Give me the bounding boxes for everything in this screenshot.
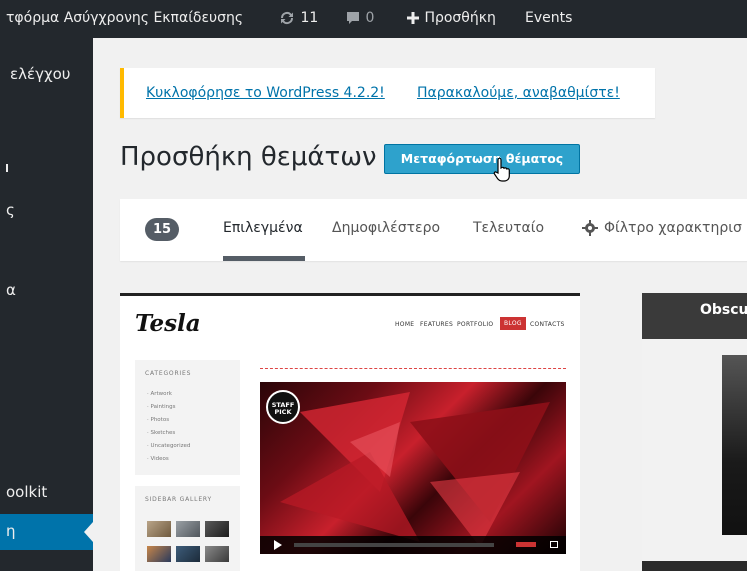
tab-popular[interactable]: Δημοφιλέστερο (332, 220, 440, 236)
video-controls (260, 536, 566, 554)
admin-bar: τφόρμα Ασύγχρονης Εκπαίδευσης 11 0 Προσθ… (0, 0, 747, 38)
feature-filter-link[interactable]: Φίλτρο χαρακτηρισ (604, 220, 742, 236)
menu-fragment-mark (6, 164, 10, 172)
preview-gallery-thumb (176, 546, 200, 562)
updates-link[interactable]: 11 (278, 10, 318, 26)
preview-divider (260, 368, 566, 369)
preview-category: · Uncategorized (147, 443, 191, 449)
update-now-link[interactable]: Παρακαλούμε, αναβαθμίστε! (417, 85, 620, 101)
play-icon (274, 540, 282, 550)
preview-category-label: Artwork (150, 391, 173, 397)
obscura-image (722, 355, 747, 535)
update-notice: Κυκλοφόρησε το WordPress 4.2.2! Παρακαλο… (120, 68, 655, 118)
active-tab-underline (223, 256, 305, 261)
menu-item-toolkit[interactable]: oolkit (6, 483, 47, 501)
preview-nav-features: FEATURES (420, 321, 454, 328)
preview-nav-contacts: CONTACTS (530, 321, 565, 328)
preview-category-label: Sketches (150, 430, 176, 436)
preview-nav-portfolio: PORTFOLIO (457, 321, 494, 328)
video-progress-track (294, 543, 494, 547)
new-content-link[interactable]: Προσθήκη (406, 10, 496, 26)
preview-category: · Photos (147, 417, 170, 423)
comments-count: 0 (365, 10, 375, 26)
events-link[interactable]: Events (525, 10, 572, 26)
upload-theme-button[interactable]: Μεταφόρτωση θέματος (384, 144, 580, 174)
theme-card-obscura[interactable]: Obscu (642, 293, 747, 571)
preview-nav-home: HOME (395, 321, 415, 328)
preview-gallery-box: SIDEBAR GALLERY (135, 486, 240, 571)
comment-icon (347, 12, 359, 24)
preview-category-label: Uncategorized (150, 443, 191, 449)
site-name-link[interactable]: τφόρμα Ασύγχρονης Εκπαίδευσης (6, 10, 243, 26)
preview-category: · Sketches (147, 430, 176, 436)
menu-item-partial-1[interactable] (6, 158, 10, 176)
preview-category-label: Photos (150, 417, 170, 423)
update-version-link[interactable]: Κυκλοφόρησε το WordPress 4.2.2! (146, 85, 385, 101)
page-title: Προσθήκη θεμάτων (120, 142, 377, 172)
menu-item-dashboard[interactable]: ελέγχου (10, 65, 71, 83)
menu-item-active-label: η (6, 522, 16, 540)
menu-item-partial-2[interactable]: ς (6, 201, 15, 219)
preview-hero-video: STAFF PICK (260, 382, 566, 554)
preview-gallery-thumb (147, 546, 171, 562)
preview-nav-blog: BLOG (500, 317, 526, 330)
preview-gallery-title: SIDEBAR GALLERY (145, 496, 212, 503)
staff-pick-badge: STAFF PICK (266, 390, 300, 424)
preview-gallery-thumb (205, 521, 229, 537)
comments-link[interactable]: 0 (345, 10, 374, 26)
theme-card-tesla[interactable]: Tesla HOME FEATURES PORTFOLIO BLOG CONTA… (120, 293, 580, 571)
preview-category: · Artwork (147, 391, 172, 397)
main-content: Κυκλοφόρησε το WordPress 4.2.2! Παρακαλο… (93, 38, 747, 571)
preview-categories-title: CATEGORIES (145, 370, 192, 377)
admin-menu: ελέγχου ς α oolkit η (0, 38, 93, 571)
hd-indicator (516, 542, 536, 547)
tesla-logo: Tesla (135, 310, 201, 337)
plus-icon (407, 12, 419, 24)
preview-gallery-thumb (205, 546, 229, 562)
gear-icon (582, 220, 598, 236)
abstract-shapes (280, 392, 550, 547)
preview-category-label: Videos (150, 456, 169, 462)
theme-filter-bar: 15 Επιλεγμένα Δημοφιλέστερο Τελευταίο Φί… (120, 199, 747, 261)
preview-gallery-thumb (147, 521, 171, 537)
preview-gallery-thumb (176, 521, 200, 537)
preview-category-label: Paintings (150, 404, 176, 410)
obscura-title: Obscu (700, 302, 747, 318)
active-arrow-icon (84, 522, 93, 542)
preview-categories-box: CATEGORIES · Artwork · Paintings · Photo… (135, 360, 240, 475)
tab-latest[interactable]: Τελευταίο (473, 220, 544, 236)
updates-count: 11 (300, 10, 319, 26)
refresh-icon (280, 11, 294, 25)
theme-count-badge: 15 (145, 218, 179, 241)
preview-category: · Paintings (147, 404, 176, 410)
tab-featured[interactable]: Επιλεγμένα (223, 220, 303, 236)
menu-item-active[interactable]: η (0, 514, 93, 550)
new-content-label: Προσθήκη (424, 10, 496, 26)
fullscreen-icon (550, 541, 558, 548)
preview-category: · Videos (147, 456, 169, 462)
menu-item-partial-3[interactable]: α (6, 281, 16, 299)
hand-cursor-icon (493, 157, 510, 182)
